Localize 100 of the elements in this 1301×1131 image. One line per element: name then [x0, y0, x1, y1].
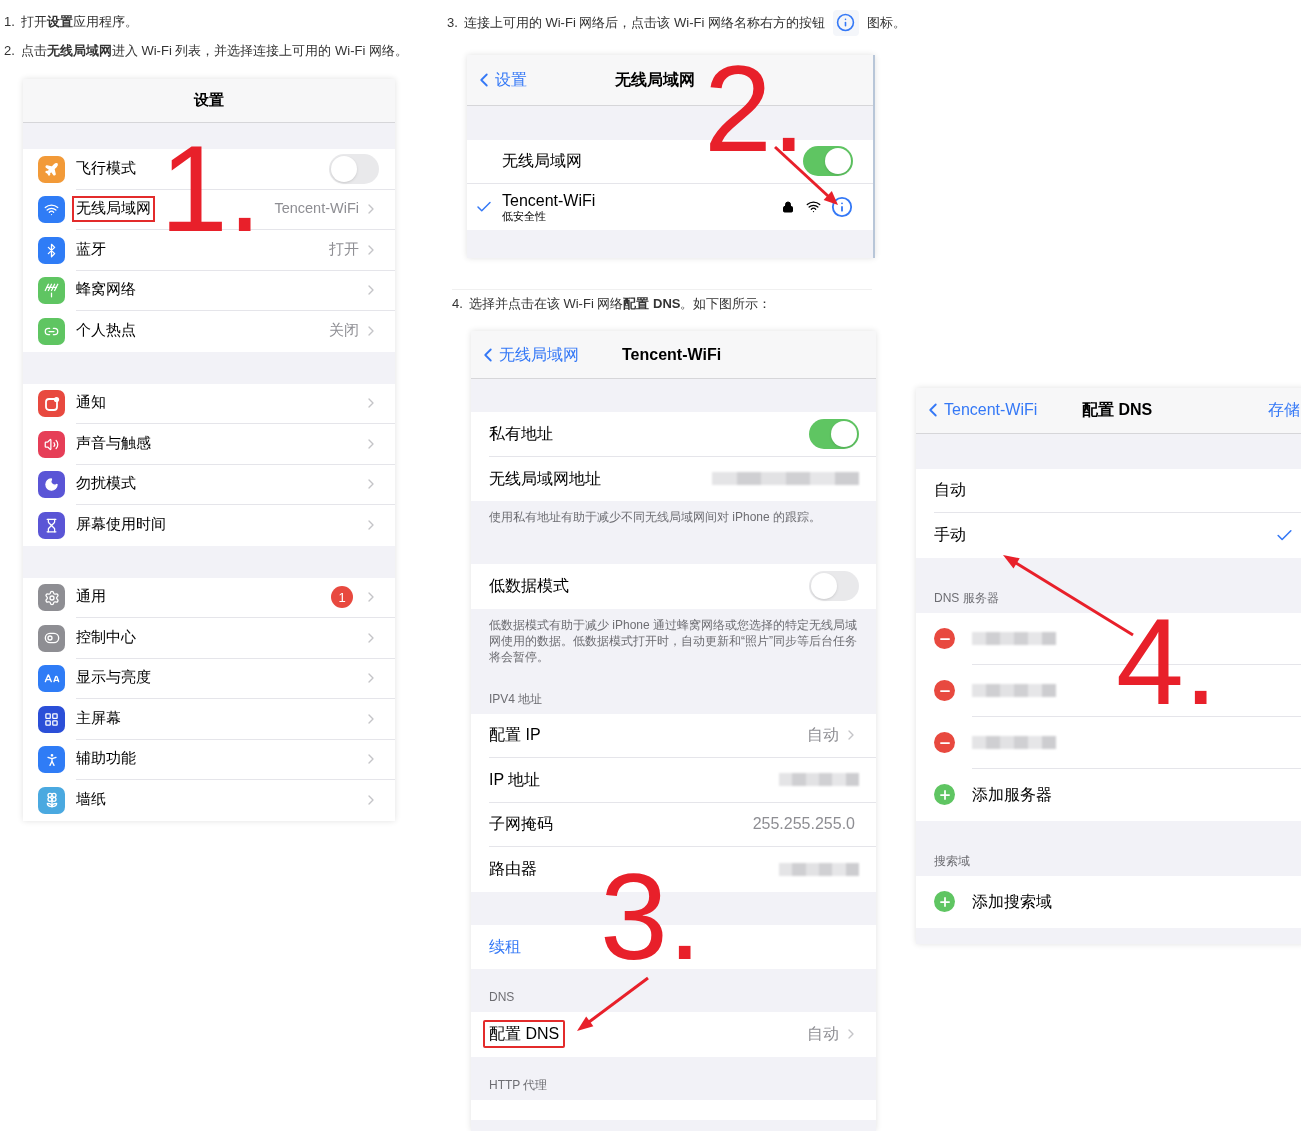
notification-icon	[43, 395, 60, 412]
row-label: 低数据模式	[489, 576, 569, 597]
step-number: 1.	[4, 13, 15, 31]
screen-title: Tencent-WiFi	[622, 344, 722, 365]
row-label: 控制中心	[76, 627, 136, 647]
settings-icon	[43, 589, 60, 606]
row-label: 辅助功能	[76, 749, 136, 769]
step-text: 打开设置应用程序。	[20, 13, 138, 31]
save-button[interactable]: 存储	[1268, 398, 1300, 422]
row-label: 配置 DNS	[483, 1020, 566, 1049]
row-value: 打开	[329, 239, 359, 259]
row-value: 关闭	[329, 321, 359, 341]
settings-row[interactable]: 通知	[23, 383, 395, 424]
row-label: IP 地址	[489, 769, 541, 790]
row-label: 屏幕使用时间	[76, 515, 166, 535]
row-label: 无线局域网	[502, 151, 583, 171]
settings-row[interactable]: 控制中心	[23, 618, 395, 659]
section-header: DNS	[489, 989, 515, 1006]
row-label: 无线局域网地址	[489, 468, 601, 489]
settings-row[interactable]: 辅助功能	[23, 739, 395, 780]
step-text: 图标。	[866, 14, 906, 32]
network-row[interactable]: Tencent-WiFi 低安全性	[467, 183, 873, 230]
settings-row[interactable]: 主屏幕	[23, 699, 395, 740]
toggle-switch[interactable]	[329, 153, 379, 184]
network-name: Tencent-WiFi	[502, 190, 597, 210]
wifi-icon	[44, 202, 59, 218]
step-annotation: 3.	[600, 856, 702, 978]
step-annotation: 2.	[704, 48, 806, 170]
row-label: 路由器	[489, 859, 537, 880]
row-label: 配置 IP	[489, 725, 541, 746]
section-header: HTTP 代理	[489, 1076, 548, 1094]
settings-row[interactable]: 墙纸	[23, 780, 395, 821]
speaker-icon	[44, 436, 59, 452]
network-subtitle: 低安全性	[502, 209, 547, 223]
settings-row[interactable]: 通用 1	[23, 577, 395, 618]
row-label: 飞行模式	[76, 158, 136, 178]
toggle-switch[interactable]	[809, 418, 859, 449]
notification-badge: 1	[331, 586, 353, 609]
row-label: 显示与亮度	[76, 668, 151, 688]
moon-icon	[44, 477, 59, 493]
remove-icon[interactable]	[934, 732, 955, 753]
row-label: 主屏幕	[76, 708, 121, 728]
info-icon	[832, 9, 859, 36]
add-row[interactable]: 添加搜索域	[916, 875, 1301, 928]
add-label: 添加搜索域	[972, 891, 1052, 912]
arrow	[577, 976, 649, 1031]
section-footer: 使用私有地址有助于减少不同无线局域网间对 iPhone 的跟踪。	[471, 501, 876, 531]
row-value: 自动	[807, 725, 839, 746]
row-label: 子网掩码	[489, 814, 553, 835]
settings-row[interactable]: 显示与亮度	[23, 658, 395, 699]
add-row[interactable]: 添加服务器	[916, 768, 1301, 821]
remove-icon[interactable]	[934, 680, 955, 701]
settings-row[interactable]: 个人热点 关闭	[23, 311, 395, 352]
hourglass-icon	[44, 517, 59, 533]
step-text: 选择并点击在该 Wi-Fi 网络配置 DNS。如下图所示：	[468, 294, 772, 313]
back-button[interactable]: 设置	[473, 67, 527, 92]
toggle-switch[interactable]	[803, 146, 853, 176]
row-value: 自动	[807, 1024, 839, 1045]
row-label: 蜂窝网络	[76, 280, 136, 300]
lock-icon	[782, 200, 794, 213]
dns-mode-option[interactable]: 自动	[934, 468, 1301, 513]
remove-icon[interactable]	[934, 628, 955, 649]
airplane-icon	[44, 161, 59, 177]
row-label: 蓝牙	[76, 239, 106, 259]
step-number: 2.	[4, 42, 15, 60]
wifi-icon	[806, 199, 821, 214]
renew-link[interactable]: 续租	[489, 934, 521, 959]
row-label: 声音与触感	[76, 433, 151, 453]
row-value: Tencent-WiFi	[274, 199, 359, 219]
settings-row[interactable]: 屏幕使用时间	[23, 505, 395, 546]
screen-title: 无线局域网	[615, 69, 695, 90]
step-number: 4.	[452, 294, 463, 313]
grid-icon	[44, 711, 59, 727]
settings-row[interactable]: 声音与触感	[23, 424, 395, 465]
step-annotation: 4.	[1116, 601, 1218, 723]
step-text: 点击无线局域网进入 Wi-Fi 列表，并选择连接上可用的 Wi-Fi 网络。	[20, 42, 408, 60]
add-icon[interactable]	[934, 891, 955, 912]
row-label: 个人热点	[76, 321, 136, 341]
row-label: 墙纸	[76, 790, 106, 810]
section-footer: 低数据模式有助于减少 iPhone 通过蜂窝网络或您选择的特定无线局域网使用的数据。低数据模式打开时，自动更新和“照片”同步等后台任务将会暂停。	[471, 608, 876, 671]
row-label: 通用	[76, 587, 106, 607]
info-icon[interactable]	[831, 195, 853, 218]
settings-row[interactable]: 勿扰模式	[23, 464, 395, 505]
step-text: 连接上可用的 Wi-Fi 网络后，点击该 Wi-Fi 网络名称右方的按钮	[463, 14, 825, 32]
toggle-switch[interactable]	[809, 571, 859, 602]
section-header: 搜索域	[934, 852, 970, 870]
add-icon[interactable]	[934, 784, 955, 805]
step-number: 3.	[447, 14, 458, 32]
row-label: 私有地址	[489, 423, 553, 444]
back-button[interactable]: 无线局域网	[477, 342, 579, 367]
row-label: 勿扰模式	[76, 474, 136, 494]
settings-row[interactable]: 蜂窝网络	[23, 270, 395, 311]
row-value: 255.255.255.0	[752, 814, 855, 835]
add-label: 添加服务器	[972, 784, 1052, 805]
screen-title: 设置	[194, 90, 224, 111]
antenna-icon	[44, 283, 59, 299]
back-button[interactable]: Tencent-WiFi	[922, 398, 1038, 422]
screen-title: 配置 DNS	[1082, 400, 1153, 420]
dns-mode-option[interactable]: 手动	[934, 513, 1301, 558]
section-header: DNS 服务器	[934, 589, 999, 607]
